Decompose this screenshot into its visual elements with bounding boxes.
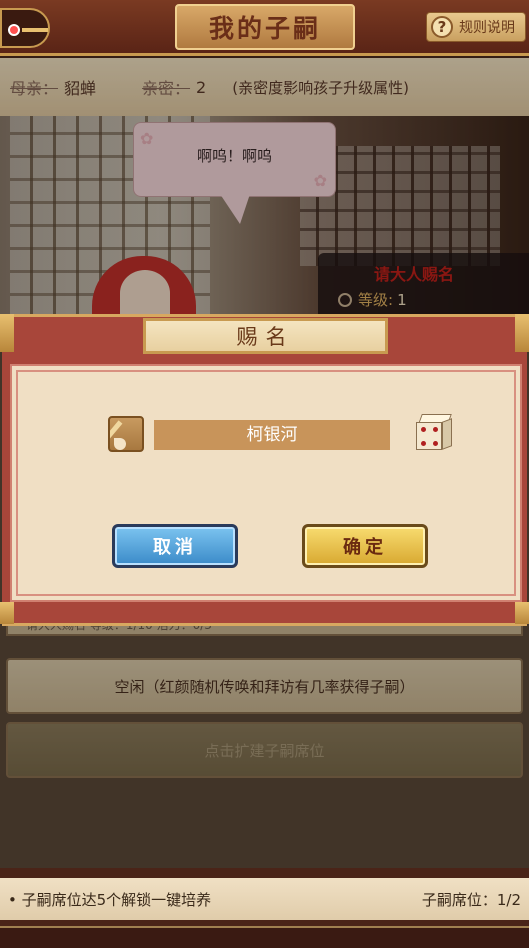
back-button[interactable] [0,8,50,48]
footer-border [0,926,529,948]
top-bar: 我的子嗣 ? 规则说明 [0,0,529,56]
dialog-title-text: 赐名 [236,325,295,349]
dice-pip [433,441,438,446]
rules-button[interactable]: ? 规则说明 [426,12,526,42]
dialog-inner-border [16,370,516,596]
frame-corner [0,314,14,352]
frame-corner [0,602,14,624]
dice-front [416,422,442,450]
confirm-button[interactable]: 确定 [302,524,428,568]
notification-dot-icon [10,26,18,34]
footer-bar: • 子嗣席位达5个解锁一键培养 子嗣席位：1/2 [0,878,529,920]
dialog-title: 赐名 [143,318,388,354]
brush-icon [108,416,144,452]
dice-side [442,418,452,450]
question-icon: ? [431,16,453,38]
dice-icon[interactable] [416,414,452,452]
frame-corner [515,314,529,352]
title-plate: 我的子嗣 [175,4,355,50]
cancel-label: 取消 [153,537,197,558]
dice-pip [421,427,426,432]
rules-label: 规则说明 [459,20,515,36]
dialog-body: 柯银河 取消 确定 [10,364,522,602]
child-name-field[interactable]: 柯银河 [154,420,390,450]
dice-pip [421,441,426,446]
game-screen: 我的子嗣 ? 规则说明 母亲： 貂蝉 亲密： 2 (亲密度影响孩子升级属性) ✿… [0,0,529,948]
unlock-hint: • 子嗣席位达5个解锁一键培养 [8,890,212,909]
naming-dialog: 赐名 柯银河 取消 确定 [0,314,529,626]
frame-corner [515,602,529,624]
confirm-label: 确定 [343,537,387,558]
back-arrow-icon [22,28,48,32]
seat-count: 子嗣席位：1/2 [421,890,521,909]
brush-tip [114,438,126,450]
cancel-button[interactable]: 取消 [112,524,238,568]
page-title: 我的子嗣 [208,14,321,43]
dice-pip [433,427,438,432]
footer: • 子嗣席位达5个解锁一键培养 子嗣席位：1/2 [0,868,529,948]
